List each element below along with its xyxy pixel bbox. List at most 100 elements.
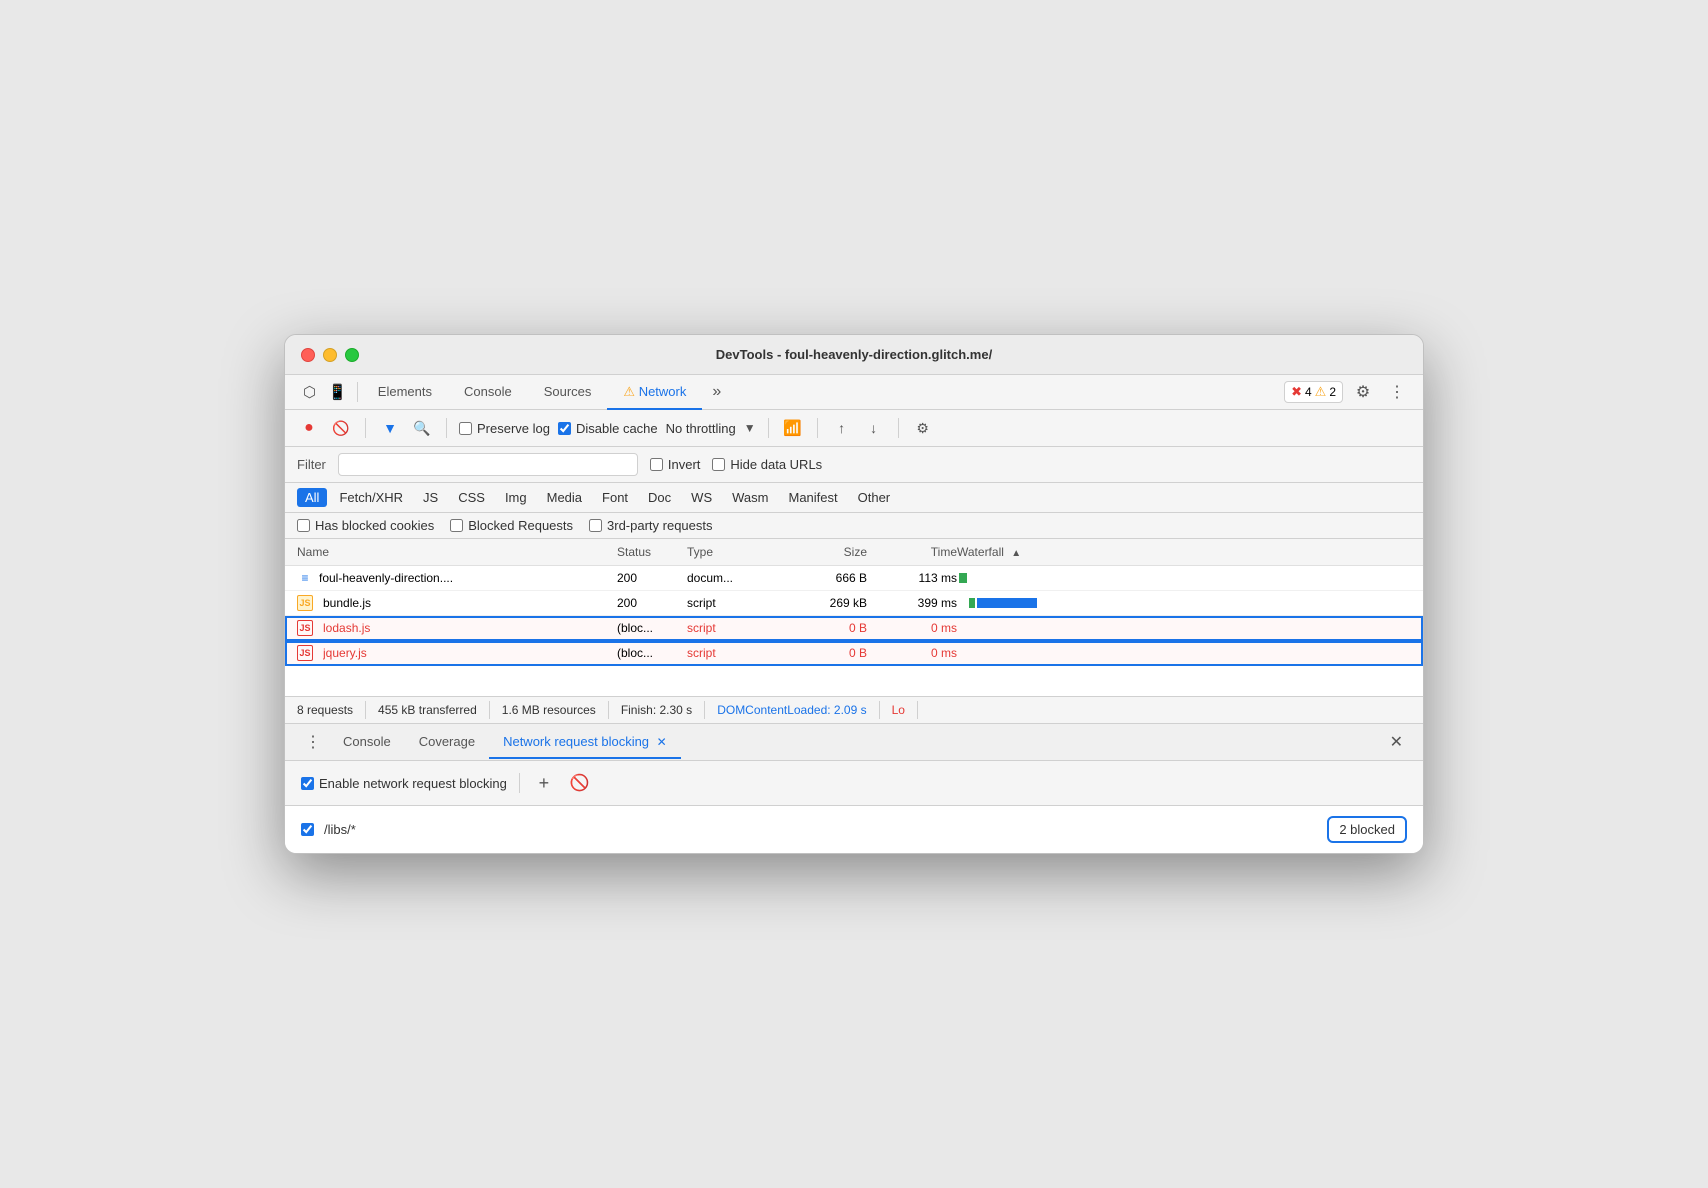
row-type: docum... bbox=[687, 571, 777, 585]
upload-button[interactable]: ↑ bbox=[830, 416, 854, 440]
table-row[interactable]: ≡ foul-heavenly-direction.... 200 docum.… bbox=[285, 566, 1423, 591]
type-filter-media[interactable]: Media bbox=[539, 488, 590, 507]
col-header-status[interactable]: Status bbox=[617, 545, 687, 559]
device-toggle-icon[interactable]: 📱 bbox=[322, 375, 353, 409]
script-icon: JS bbox=[297, 595, 313, 611]
type-filter-all[interactable]: All bbox=[297, 488, 327, 507]
more-menu-button[interactable]: ⋮ bbox=[1383, 378, 1411, 406]
type-filter-doc[interactable]: Doc bbox=[640, 488, 679, 507]
maximize-button[interactable] bbox=[345, 348, 359, 362]
main-tabs-row: ⬡ 📱 Elements Console Sources ⚠ Network »… bbox=[285, 375, 1423, 410]
row-waterfall bbox=[957, 596, 1411, 610]
network-warning-icon: ⚠ bbox=[623, 384, 635, 399]
table-row[interactable]: JS bundle.js 200 script 269 kB 399 ms bbox=[285, 591, 1423, 616]
row-size: 0 B bbox=[777, 646, 867, 660]
enable-blocking-input[interactable] bbox=[301, 777, 314, 790]
bottom-tab-network-blocking[interactable]: Network request blocking ✕ bbox=[489, 726, 681, 759]
add-pattern-button[interactable]: + bbox=[532, 771, 556, 795]
tab-sources[interactable]: Sources bbox=[528, 376, 608, 409]
network-settings-button[interactable]: ⚙ bbox=[911, 416, 935, 440]
minimize-button[interactable] bbox=[323, 348, 337, 362]
record-button[interactable]: ● bbox=[297, 416, 321, 440]
col-header-size[interactable]: Size bbox=[777, 545, 867, 559]
hide-data-urls-checkbox[interactable]: Hide data URLs bbox=[712, 457, 822, 472]
row-time: 113 ms bbox=[867, 571, 957, 585]
close-panel-button[interactable]: ✕ bbox=[1382, 724, 1411, 760]
filter-row: Filter Invert Hide data URLs bbox=[285, 447, 1423, 483]
type-filter-css[interactable]: CSS bbox=[450, 488, 493, 507]
window-title: DevTools - foul-heavenly-direction.glitc… bbox=[716, 347, 992, 362]
row-time: 0 ms bbox=[867, 621, 957, 635]
type-filter-manifest[interactable]: Manifest bbox=[780, 488, 845, 507]
type-filter-js[interactable]: JS bbox=[415, 488, 446, 507]
row-time: 0 ms bbox=[867, 646, 957, 660]
blocked-icon: JS bbox=[297, 620, 313, 636]
type-filter-row: All Fetch/XHR JS CSS Img Media Font Doc … bbox=[285, 483, 1423, 513]
title-bar: DevTools - foul-heavenly-direction.glitc… bbox=[285, 335, 1423, 375]
disable-cache-checkbox[interactable]: Disable cache bbox=[558, 421, 658, 436]
col-header-type[interactable]: Type bbox=[687, 545, 777, 559]
third-party-checkbox[interactable]: 3rd-party requests bbox=[589, 518, 713, 533]
download-button[interactable]: ↓ bbox=[862, 416, 886, 440]
blocked-cookies-label: Has blocked cookies bbox=[315, 518, 434, 533]
disable-cache-input[interactable] bbox=[558, 422, 571, 435]
type-filter-ws[interactable]: WS bbox=[683, 488, 720, 507]
warning-count: 2 bbox=[1329, 385, 1336, 399]
settings-button[interactable]: ⚙ bbox=[1349, 378, 1377, 406]
type-filter-fetchxhr[interactable]: Fetch/XHR bbox=[331, 488, 411, 507]
extra-filter-row: Has blocked cookies Blocked Requests 3rd… bbox=[285, 513, 1423, 539]
invert-checkbox[interactable]: Invert bbox=[650, 457, 701, 472]
disable-cache-label: Disable cache bbox=[576, 421, 658, 436]
filter-icon-button[interactable]: ▼ bbox=[378, 416, 402, 440]
preserve-log-input[interactable] bbox=[459, 422, 472, 435]
inspector-icon[interactable]: ⬡ bbox=[297, 375, 322, 409]
finish-time: Finish: 2.30 s bbox=[609, 701, 705, 719]
hide-data-urls-input[interactable] bbox=[712, 458, 725, 471]
bottom-tab-console[interactable]: Console bbox=[329, 726, 405, 759]
table-row[interactable]: JS lodash.js (bloc... script 0 B 0 ms bbox=[285, 616, 1423, 641]
wifi-icon-button[interactable]: 📶 bbox=[781, 416, 805, 440]
third-party-label: 3rd-party requests bbox=[607, 518, 713, 533]
type-filter-other[interactable]: Other bbox=[850, 488, 899, 507]
blocked-requests-checkbox[interactable]: Blocked Requests bbox=[450, 518, 573, 533]
filter-options: Invert Hide data URLs bbox=[650, 457, 822, 472]
blocked-cookies-input[interactable] bbox=[297, 519, 310, 532]
row-size: 269 kB bbox=[777, 596, 867, 610]
tab-elements[interactable]: Elements bbox=[362, 376, 448, 409]
tab-console[interactable]: Console bbox=[448, 376, 528, 409]
dom-content-loaded: DOMContentLoaded: 2.09 s bbox=[705, 701, 879, 719]
clear-button[interactable]: 🚫 bbox=[329, 416, 353, 440]
network-controls-row: ● 🚫 ▼ 🔍 Preserve log Disable cache No th… bbox=[285, 410, 1423, 447]
row-type: script bbox=[687, 646, 777, 660]
throttle-dropdown-arrow[interactable]: ▼ bbox=[744, 421, 756, 435]
filter-input[interactable] bbox=[338, 453, 638, 476]
pattern-checkbox[interactable] bbox=[301, 823, 314, 836]
row-status: 200 bbox=[617, 596, 687, 610]
type-filter-wasm[interactable]: Wasm bbox=[724, 488, 776, 507]
col-header-time[interactable]: Time bbox=[867, 545, 957, 559]
bottom-tab-coverage[interactable]: Coverage bbox=[405, 726, 489, 759]
col-header-name[interactable]: Name bbox=[297, 545, 617, 559]
third-party-input[interactable] bbox=[589, 519, 602, 532]
blocked-requests-input[interactable] bbox=[450, 519, 463, 532]
tab-network[interactable]: ⚠ Network bbox=[607, 376, 702, 410]
close-tab-icon[interactable]: ✕ bbox=[657, 735, 667, 749]
table-row[interactable]: JS jquery.js (bloc... script 0 B 0 ms bbox=[285, 641, 1423, 666]
row-type: script bbox=[687, 596, 777, 610]
enable-blocking-checkbox[interactable]: Enable network request blocking bbox=[301, 776, 507, 791]
blocking-item-row: /libs/* 2 blocked bbox=[285, 806, 1423, 853]
invert-input[interactable] bbox=[650, 458, 663, 471]
row-size: 666 B bbox=[777, 571, 867, 585]
search-button[interactable]: 🔍 bbox=[410, 416, 434, 440]
clear-patterns-button[interactable]: 🚫 bbox=[568, 771, 592, 795]
preserve-log-checkbox[interactable]: Preserve log bbox=[459, 421, 550, 436]
type-filter-font[interactable]: Font bbox=[594, 488, 636, 507]
bottom-more-button[interactable]: ⋮ bbox=[297, 724, 329, 760]
blocked-badge: 2 blocked bbox=[1327, 816, 1407, 843]
close-button[interactable] bbox=[301, 348, 315, 362]
blocked-cookies-checkbox[interactable]: Has blocked cookies bbox=[297, 518, 434, 533]
type-filter-img[interactable]: Img bbox=[497, 488, 535, 507]
tab-network-label: Network bbox=[639, 384, 687, 399]
tab-more-button[interactable]: » bbox=[702, 375, 731, 409]
no-throttling-label: No throttling bbox=[666, 421, 736, 436]
